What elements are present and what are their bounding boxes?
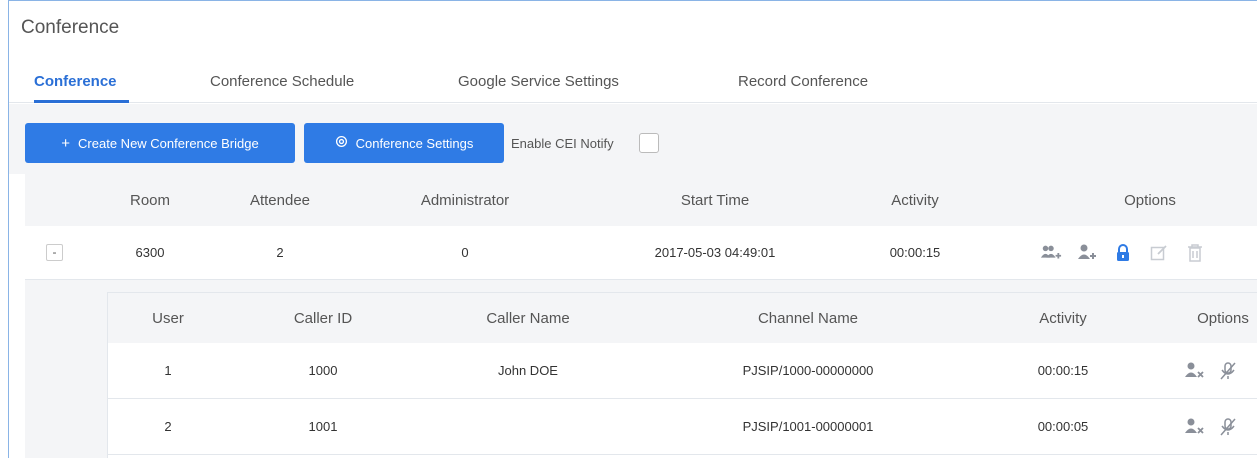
- conference-settings-button[interactable]: Conference Settings: [304, 123, 504, 163]
- table-row: 2 1001 PJSIP/1001-00000001 00:00:05: [108, 399, 1257, 455]
- page-title: Conference: [21, 17, 120, 38]
- caller-name-value: John DOE: [498, 363, 558, 378]
- col-user: User: [152, 309, 184, 327]
- toolbar: + Create New Conference Bridge Conferenc…: [9, 104, 1257, 174]
- attendee-value: 2: [276, 245, 284, 260]
- collapse-row-button[interactable]: -: [46, 244, 63, 261]
- lock-icon[interactable]: [1112, 242, 1134, 264]
- administrator-value: 0: [461, 245, 469, 260]
- user-value: 2: [164, 419, 172, 434]
- user-value: 1: [164, 363, 172, 378]
- col-sub-activity: Activity: [1039, 309, 1087, 327]
- create-conference-bridge-button[interactable]: + Create New Conference Bridge: [25, 123, 295, 163]
- start-time-value: 2017-05-03 04:49:01: [654, 245, 776, 260]
- app-frame: Conference Conference Conference Schedul…: [8, 0, 1257, 458]
- tab-google-service-settings[interactable]: Google Service Settings: [458, 73, 619, 90]
- cei-notify-label: Enable CEI Notify: [511, 136, 614, 151]
- table-header: Room Attendee Administrator Start Time A…: [25, 174, 1257, 226]
- cei-notify-checkbox[interactable]: [639, 133, 659, 153]
- kick-user-icon[interactable]: [1183, 360, 1205, 382]
- channel-name-value: PJSIP/1000-00000000: [742, 363, 874, 378]
- col-options: Options: [1124, 191, 1176, 209]
- col-attendee: Attendee: [249, 191, 311, 209]
- plus-icon: +: [61, 134, 71, 152]
- sub-activity-value: 00:00:05: [1037, 419, 1089, 434]
- user-options: [1183, 343, 1239, 398]
- kick-user-icon[interactable]: [1183, 416, 1205, 438]
- col-sub-options: Options: [1197, 309, 1249, 327]
- channel-name-value: PJSIP/1001-00000001: [742, 419, 874, 434]
- conference-settings-label: Conference Settings: [355, 135, 474, 151]
- attendee-subtable: User Caller ID Caller Name Channel Name …: [107, 292, 1257, 458]
- invite-users-icon[interactable]: [1040, 242, 1062, 264]
- edit-icon[interactable]: [1148, 242, 1170, 264]
- sub-activity-value: 00:00:15: [1037, 363, 1089, 378]
- tab-conference[interactable]: Conference: [34, 73, 117, 90]
- conference-table: Room Attendee Administrator Start Time A…: [25, 174, 1257, 458]
- tab-conference-schedule[interactable]: Conference Schedule: [210, 73, 354, 90]
- mute-icon[interactable]: [1217, 416, 1239, 438]
- tab-record-conference[interactable]: Record Conference: [738, 73, 868, 90]
- col-activity: Activity: [891, 191, 939, 209]
- user-options: [1183, 399, 1239, 454]
- col-caller-name: Caller Name: [486, 309, 570, 327]
- col-channel-name: Channel Name: [757, 309, 859, 327]
- col-caller-id: Caller ID: [293, 309, 353, 327]
- caller-name-value: [463, 399, 593, 454]
- table-row: 1 1000 John DOE PJSIP/1000-00000000 00:0…: [108, 343, 1257, 399]
- add-user-icon[interactable]: [1076, 242, 1098, 264]
- gear-icon: [335, 135, 348, 151]
- mute-icon[interactable]: [1217, 360, 1239, 382]
- create-conference-bridge-label: Create New Conference Bridge: [78, 135, 259, 151]
- col-administrator: Administrator: [420, 191, 510, 209]
- activity-value: 00:00:15: [889, 245, 941, 260]
- caller-id-value: 1000: [308, 363, 338, 378]
- active-tab-indicator: [34, 100, 129, 103]
- row-options: [1040, 226, 1206, 280]
- col-start-time: Start Time: [680, 191, 750, 209]
- room-value: 6300: [135, 245, 165, 260]
- delete-icon[interactable]: [1184, 242, 1206, 264]
- col-room: Room: [129, 191, 170, 209]
- caller-id-value: 1001: [308, 419, 338, 434]
- table-row: - 6300 2 0 2017-05-03 04:49:01 00:00:15: [25, 226, 1257, 280]
- tab-bar: Conference Conference Schedule Google Se…: [9, 65, 1257, 103]
- subtable-header: User Caller ID Caller Name Channel Name …: [108, 293, 1257, 343]
